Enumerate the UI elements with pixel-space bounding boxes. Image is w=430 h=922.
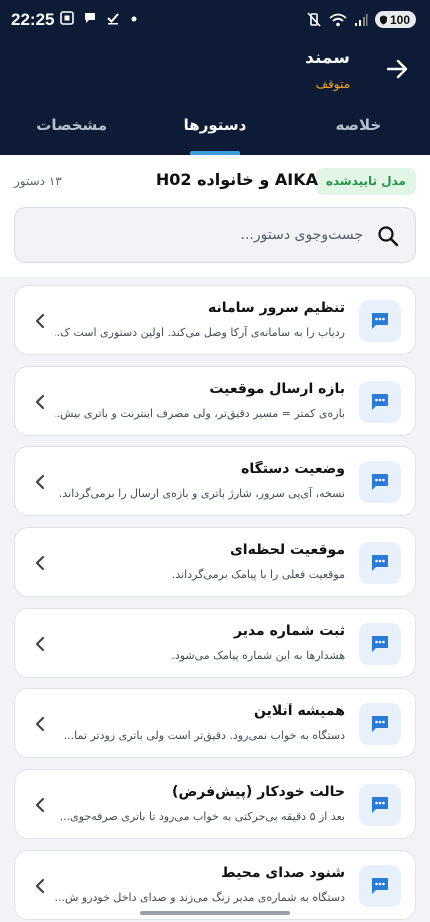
tab-commands[interactable]: دستورها — [143, 100, 286, 155]
app-header: 22:25 100 سمند متوقف خلاصه دستورها مشخصا… — [0, 0, 430, 155]
screenshot-icon — [60, 11, 74, 25]
message-icon — [372, 636, 388, 652]
command-icon — [359, 381, 401, 423]
vibrate-mute-icon — [307, 12, 321, 27]
system-icons: 100 — [306, 11, 416, 28]
tab-bar: خلاصه دستورها مشخصات — [0, 100, 430, 155]
command-item[interactable]: همیشه آنلاین دستگاه به خواب نمی‌رود. دقی… — [14, 688, 416, 758]
command-description: هشدارها به این شماره پیامک می‌شود. — [171, 649, 345, 662]
chevron-left-icon — [35, 878, 45, 894]
page-title: سمند — [305, 48, 350, 68]
arrow-right-icon[interactable] — [384, 56, 410, 82]
chevron-left-icon — [35, 313, 45, 329]
battery-level: 100 — [389, 12, 410, 27]
command-description: موقعیت فعلی را با پیامک برمی‌گرداند. — [171, 568, 345, 581]
command-item[interactable]: وضعیت دستگاه نسخه، آی‌پی سرور، شارژ باتر… — [14, 446, 416, 516]
command-icon — [359, 784, 401, 826]
command-description: بازه‌ی کمتر = مسیر دقیق‌تر، ولی مصرف این… — [55, 407, 345, 420]
command-item[interactable]: تنظیم سرور سامانه ردیاب را به سامانه‌ی آ… — [14, 285, 416, 355]
command-icon — [359, 300, 401, 342]
message-icon — [372, 878, 388, 894]
battery-shield-icon — [379, 15, 387, 24]
device-model-title: AIKA و خانواده H02 — [155, 170, 318, 189]
search-input[interactable] — [43, 208, 363, 262]
command-description: دستگاه به خواب نمی‌رود. دقیق‌تر است ولی … — [63, 729, 345, 742]
command-item[interactable]: ثبت شماره مدیر هشدارها به این شماره پیام… — [14, 608, 416, 678]
command-title: حالت خودکار (پیش‌فرض) — [172, 784, 345, 800]
vehicle-status: متوقف — [315, 77, 350, 91]
command-title: موقعیت لحظه‌ای — [229, 542, 345, 558]
command-title: شنود صدای محیط — [221, 865, 345, 881]
command-title: تنظیم سرور سامانه — [208, 300, 345, 316]
notification-icons — [60, 11, 139, 25]
command-title: بازه ارسال موقعیت — [209, 381, 345, 397]
status-bar: 22:25 100 — [0, 0, 430, 40]
chevron-left-icon — [35, 716, 45, 732]
message-icon — [372, 313, 388, 329]
status-time: 22:25 — [11, 10, 55, 29]
dot-icon — [131, 16, 137, 22]
command-description: بعد از ۵ دقیقه بی‌حرکتی به خواب می‌رود ت… — [59, 810, 345, 823]
command-description: ردیاب را به سامانه‌ی آرکا وصل می‌کند. او… — [55, 326, 345, 339]
command-description: دستگاه به شماره‌ی مدیر زنگ می‌زند و صدای… — [55, 891, 345, 904]
command-description: نسخه، آی‌پی سرور، شارژ باتری و بازه‌ی ار… — [58, 487, 345, 500]
command-icon — [359, 865, 401, 907]
verified-badge: مدل تاییدشده — [315, 168, 416, 195]
command-icon — [359, 623, 401, 665]
command-item[interactable]: شنود صدای محیط دستگاه به شماره‌ی مدیر زن… — [14, 850, 416, 920]
chat-icon — [85, 13, 95, 23]
command-item[interactable]: موقعیت لحظه‌ای موقعیت فعلی را با پیامک ب… — [14, 527, 416, 597]
command-icon — [359, 542, 401, 584]
command-icon — [359, 461, 401, 503]
tab-summary[interactable]: خلاصه — [287, 100, 430, 155]
tab-specifications[interactable]: مشخصات — [0, 100, 143, 155]
check-icon — [107, 13, 119, 25]
message-icon — [372, 716, 388, 732]
wifi-icon — [329, 13, 347, 26]
command-item[interactable]: بازه ارسال موقعیت بازه‌ی کمتر = مسیر دقی… — [14, 366, 416, 436]
search-icon — [378, 226, 399, 247]
message-icon — [372, 394, 388, 410]
command-item[interactable]: حالت خودکار (پیش‌فرض) بعد از ۵ دقیقه بی‌… — [14, 769, 416, 839]
chevron-left-icon — [35, 797, 45, 813]
command-title: ثبت شماره مدیر — [234, 623, 345, 639]
chevron-left-icon — [35, 636, 45, 652]
chevron-left-icon — [35, 394, 45, 410]
battery-indicator: 100 — [374, 11, 416, 28]
command-icon — [359, 703, 401, 745]
chevron-left-icon — [35, 474, 45, 490]
message-icon — [372, 797, 388, 813]
message-icon — [372, 474, 388, 490]
home-indicator[interactable] — [140, 911, 290, 915]
command-title: همیشه آنلاین — [254, 703, 345, 719]
message-icon — [372, 555, 388, 571]
command-title: وضعیت دستگاه — [241, 461, 345, 477]
chevron-left-icon — [35, 555, 45, 571]
command-count: ۱۳ دستور — [14, 174, 62, 188]
signal-icon — [354, 13, 368, 26]
device-info-panel: مدل تاییدشده AIKA و خانواده H02 ۱۳ دستور — [0, 155, 430, 277]
search-box — [14, 207, 416, 263]
